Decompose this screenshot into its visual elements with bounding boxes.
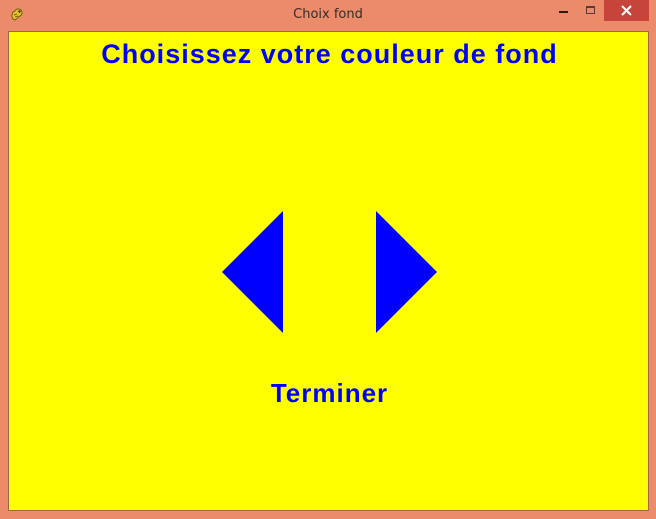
page-heading: Choisissez votre couleur de fond <box>101 39 558 69</box>
app-window: Choix fond Choisissez votre couleur de f… <box>0 0 656 519</box>
triangle-left-icon <box>222 211 283 333</box>
title-bar[interactable]: Choix fond <box>0 0 656 31</box>
minimize-button[interactable] <box>550 0 577 21</box>
minimize-icon <box>559 11 568 13</box>
next-color-button[interactable] <box>376 211 437 333</box>
previous-color-button[interactable] <box>222 211 283 333</box>
maximize-button[interactable] <box>577 0 604 21</box>
triangle-right-icon <box>376 211 437 333</box>
maximize-icon <box>586 6 595 14</box>
close-icon <box>621 5 632 16</box>
finish-button[interactable]: Terminer <box>9 378 650 409</box>
content-area: Choisissez votre couleur de fond Termine… <box>8 31 649 511</box>
close-button[interactable] <box>604 0 649 21</box>
